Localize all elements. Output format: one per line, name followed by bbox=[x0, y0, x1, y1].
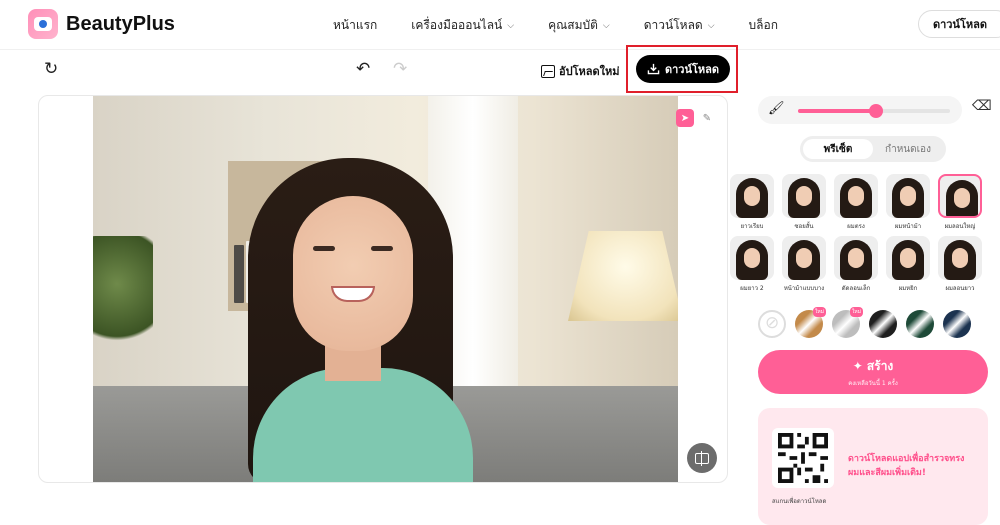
hairstyle-thumbnail bbox=[938, 174, 982, 218]
eraser-icon[interactable]: ⌫ bbox=[972, 98, 992, 114]
hairstyle-option[interactable]: ผมยาว 2 bbox=[730, 236, 774, 293]
hairstyle-label: ผมตรง bbox=[847, 223, 865, 230]
hairstyle-thumbnail bbox=[886, 174, 930, 218]
create-button[interactable]: ✦ สร้าง คงเหลือวันนี้ 1 ครั้ง bbox=[758, 350, 988, 394]
hairstyle-label: ผมลอนใหญ่ bbox=[944, 223, 976, 230]
chevron-down-icon: ⌵ bbox=[507, 20, 515, 31]
sparkle-icon: ✦ bbox=[852, 359, 867, 373]
promo-line-1: ดาวน์โหลดแอปเพื่อสำรวจทรง bbox=[848, 454, 965, 464]
compare-icon bbox=[695, 450, 709, 466]
hairstyle-option[interactable]: ดัดลอนเล็ก bbox=[834, 236, 878, 293]
hair-color-swatch-silver[interactable]: ใหม่ bbox=[832, 307, 863, 338]
download-label: ดาวน์โหลด bbox=[664, 63, 720, 76]
header-download-button[interactable]: ดาวน์โหลด bbox=[917, 10, 1000, 38]
hair-color-swatches: ⊘ ใหม่ ใหม่ bbox=[758, 307, 971, 338]
download-button[interactable]: ดาวน์โหลด bbox=[636, 55, 730, 83]
hairstyle-thumbnail bbox=[730, 174, 774, 218]
download-highlight-box: ดาวน์โหลด bbox=[626, 45, 738, 93]
hairstyle-thumbnail bbox=[730, 236, 774, 280]
qr-code-image bbox=[778, 433, 828, 483]
nav-item-blog[interactable]: บล็อก bbox=[749, 16, 778, 35]
image-upload-icon bbox=[541, 64, 555, 78]
brush-size-slider[interactable] bbox=[798, 104, 950, 118]
hair-color-swatch-honey-blonde[interactable]: ใหม่ bbox=[795, 307, 826, 338]
nav-item-label: ดาวน์โหลด bbox=[643, 18, 703, 32]
tab-custom[interactable]: กำหนดเอง bbox=[873, 139, 943, 159]
hairstyle-thumbnail bbox=[886, 236, 930, 280]
slider-handle[interactable] bbox=[868, 104, 883, 118]
hairstyle-label: ผมยาว 2 bbox=[740, 285, 764, 292]
portrait-photo bbox=[93, 96, 678, 482]
hairstyle-thumbnail bbox=[938, 236, 982, 280]
nav-item-download[interactable]: ดาวน์โหลด ⌵ bbox=[644, 16, 715, 35]
qr-caption: สแกนเพื่อดาวน์โหลด bbox=[772, 498, 827, 505]
hairstyle-label: ผมหยิก bbox=[898, 285, 918, 292]
editor-toolbar: ↻ ↶ ↷ อัปโหลดใหม่ ดาวน์โหลด bbox=[0, 45, 750, 93]
hairstyle-label: ยาวเรียบ bbox=[740, 223, 764, 230]
compare-button[interactable] bbox=[687, 443, 717, 473]
nav-item-online-tools[interactable]: เครื่องมือออนไลน์ ⌵ bbox=[411, 16, 514, 35]
new-badge: ใหม่ bbox=[849, 307, 863, 317]
upload-new-button[interactable]: อัปโหลดใหม่ bbox=[541, 62, 620, 80]
hairstyle-option[interactable]: ผมลอนใหญ่ bbox=[938, 174, 982, 231]
select-cursor-icon[interactable]: ➤ bbox=[676, 109, 694, 127]
chevron-down-icon: ⌵ bbox=[602, 20, 610, 31]
canvas-mode-tools: ➤ ✎ bbox=[676, 109, 716, 127]
nav-item-home[interactable]: หน้าแรก bbox=[333, 16, 377, 35]
hairstyle-option[interactable]: ซอยสั้น bbox=[782, 174, 826, 231]
nav-item-label: หน้าแรก bbox=[333, 18, 378, 32]
hairstyle-option[interactable]: ยาวเรียบ bbox=[730, 174, 774, 231]
hairstyle-label: ซอยสั้น bbox=[794, 223, 814, 230]
brand-logo[interactable]: BeautyPlus bbox=[28, 9, 175, 39]
nav-item-label: เครื่องมือออนไลน์ bbox=[411, 18, 503, 32]
nav-item-label: คุณสมบัติ bbox=[548, 18, 598, 32]
hairstyle-option[interactable]: ผมหน้าม้า bbox=[886, 174, 930, 231]
brush-icon: 🖌 bbox=[768, 101, 785, 116]
hairstyle-thumbnail bbox=[834, 174, 878, 218]
hair-color-swatch-dark-blue[interactable] bbox=[943, 310, 971, 338]
hairstyle-thumbnail bbox=[834, 236, 878, 280]
nav-item-features[interactable]: คุณสมบัติ ⌵ bbox=[548, 16, 610, 35]
hairstyle-label: ดัดลอนเล็ก bbox=[841, 285, 871, 292]
beautyplus-logo-icon bbox=[28, 9, 58, 39]
create-label: สร้าง bbox=[866, 359, 894, 373]
main-menu: หน้าแรก เครื่องมือออนไลน์ ⌵ คุณสมบัติ ⌵ ดา… bbox=[333, 16, 812, 35]
hairstyle-option[interactable]: หน้าม้าแบบบาง bbox=[782, 236, 826, 293]
brush-mode-icon[interactable]: ✎ bbox=[698, 109, 716, 127]
hairstyle-option[interactable]: ผมลอนยาว bbox=[938, 236, 982, 293]
new-badge: ใหม่ bbox=[812, 307, 826, 317]
hairstyle-label: ผมหน้าม้า bbox=[894, 223, 922, 230]
qr-code bbox=[772, 428, 834, 488]
hair-color-swatch-black[interactable] bbox=[869, 310, 897, 338]
undo-icon[interactable]: ↶ bbox=[356, 59, 370, 79]
hairstyle-thumbnail bbox=[782, 236, 826, 280]
promo-message: ดาวน์โหลดแอปเพื่อสำรวจทรง ผมและสีผมเพิ่ม… bbox=[848, 452, 978, 480]
brush-size-control: 🖌 bbox=[758, 96, 962, 124]
hairstyle-label: ผมลอนยาว bbox=[945, 285, 975, 292]
style-mode-tabs: พรีเซ็ต กำหนดเอง bbox=[800, 136, 946, 162]
hairstyle-label: หน้าม้าแบบบาง bbox=[783, 285, 825, 292]
hairstyle-option[interactable]: ผมตรง bbox=[834, 174, 878, 231]
nav-item-label: บล็อก bbox=[748, 18, 778, 32]
hair-color-swatch-none[interactable]: ⊘ bbox=[758, 310, 786, 338]
reset-icon[interactable]: ↻ bbox=[44, 59, 58, 79]
upload-new-label: อัปโหลดใหม่ bbox=[559, 65, 620, 78]
app-promo-card[interactable]: สแกนเพื่อดาวน์โหลด ดาวน์โหลดแอปเพื่อสำรว… bbox=[758, 408, 988, 525]
hairstyle-option[interactable]: ผมหยิก bbox=[886, 236, 930, 293]
redo-icon[interactable]: ↷ bbox=[393, 59, 407, 79]
brand-name: BeautyPlus bbox=[66, 12, 175, 35]
hair-color-swatch-dark-green[interactable] bbox=[906, 310, 934, 338]
top-navigation-bar: BeautyPlus หน้าแรก เครื่องมือออนไลน์ ⌵ คุ… bbox=[0, 0, 1000, 50]
hairstyle-thumbnail bbox=[782, 174, 826, 218]
download-icon bbox=[647, 63, 660, 75]
promo-line-2: ผมและสีผมเพิ่มเติม! bbox=[848, 468, 926, 478]
no-color-icon: ⊘ bbox=[765, 313, 780, 333]
chevron-down-icon: ⌵ bbox=[707, 20, 715, 31]
tab-preset[interactable]: พรีเซ็ต bbox=[803, 139, 873, 159]
hairstyle-panel: 🖌 ⌫ พรีเซ็ต กำหนดเอง ยาวเรียบ ซอยสั้น ผมตร… bbox=[730, 88, 1000, 525]
image-canvas[interactable]: ➤ ✎ bbox=[38, 95, 728, 483]
remaining-count-text: คงเหลือวันนี้ 1 ครั้ง bbox=[848, 380, 898, 387]
